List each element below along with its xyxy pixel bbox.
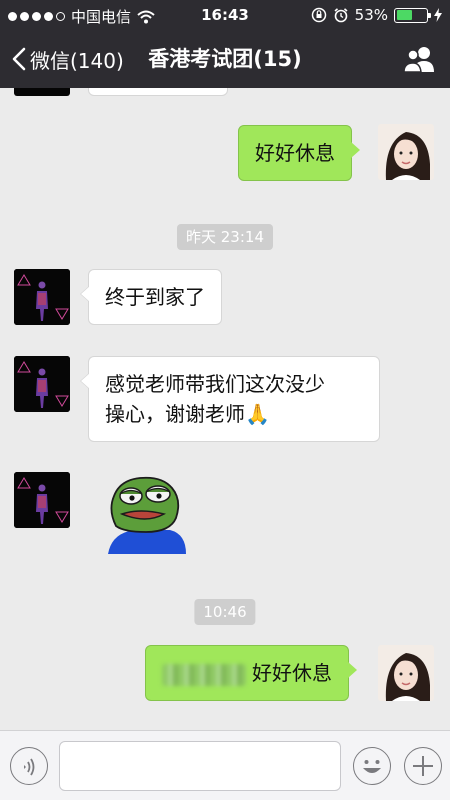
plus-icon: [412, 755, 433, 776]
message-bubble-incoming[interactable]: 感觉老师带我们这次没少 操心，谢谢老师🙏: [80, 356, 380, 442]
smiley-icon: [362, 759, 381, 773]
sender-avatar[interactable]: [14, 356, 70, 412]
back-button[interactable]: 微信(140): [12, 30, 124, 88]
message-input[interactable]: [59, 741, 341, 791]
my-avatar[interactable]: [378, 124, 434, 180]
rotation-lock-icon: [311, 7, 326, 23]
chat-area[interactable]: 好好休息 昨天 23:14 终于到家了 感觉老师带我们这次没少 操心，谢谢老师🙏…: [0, 88, 450, 730]
battery-icon: [394, 7, 431, 23]
message-bubble-outgoing[interactable]: 好好休息: [238, 125, 360, 181]
message-line: 操心，谢谢老师: [105, 402, 245, 426]
group-members-button[interactable]: [402, 44, 436, 74]
chevron-left-icon: [12, 47, 26, 71]
back-label: 微信(140): [30, 48, 124, 73]
status-bar: 中国电信 16:43 53%: [0, 0, 450, 30]
timestamp-chip: 10:46: [194, 599, 256, 625]
my-avatar[interactable]: [378, 645, 434, 701]
charging-icon: [434, 8, 442, 22]
sender-avatar[interactable]: [14, 269, 70, 325]
message-line: 感觉老师带我们这次没少: [105, 372, 325, 396]
sender-avatar[interactable]: [14, 472, 70, 528]
voice-icon: [23, 758, 34, 775]
sender-avatar[interactable]: [14, 88, 70, 96]
battery-percent: 53%: [354, 6, 388, 24]
message-bubble-incoming[interactable]: 终于到家了: [80, 269, 222, 325]
praying-hands-emoji: 🙏: [245, 402, 270, 426]
blurred-mention: [162, 663, 246, 686]
pepe-frog-sticker[interactable]: [106, 470, 188, 554]
more-actions-button[interactable]: [404, 747, 442, 785]
voice-input-button[interactable]: [10, 747, 48, 785]
message-bubble-partial: [88, 88, 228, 96]
emoji-button[interactable]: [353, 747, 391, 785]
alarm-icon: [334, 8, 348, 23]
timestamp-chip: 昨天 23:14: [177, 224, 273, 250]
nav-bar: 微信(140) 香港考试团(15): [0, 30, 450, 88]
message-text: 好好休息: [252, 661, 332, 685]
message-bubble-outgoing[interactable]: 好好休息: [145, 645, 357, 701]
input-bar: [0, 730, 450, 800]
